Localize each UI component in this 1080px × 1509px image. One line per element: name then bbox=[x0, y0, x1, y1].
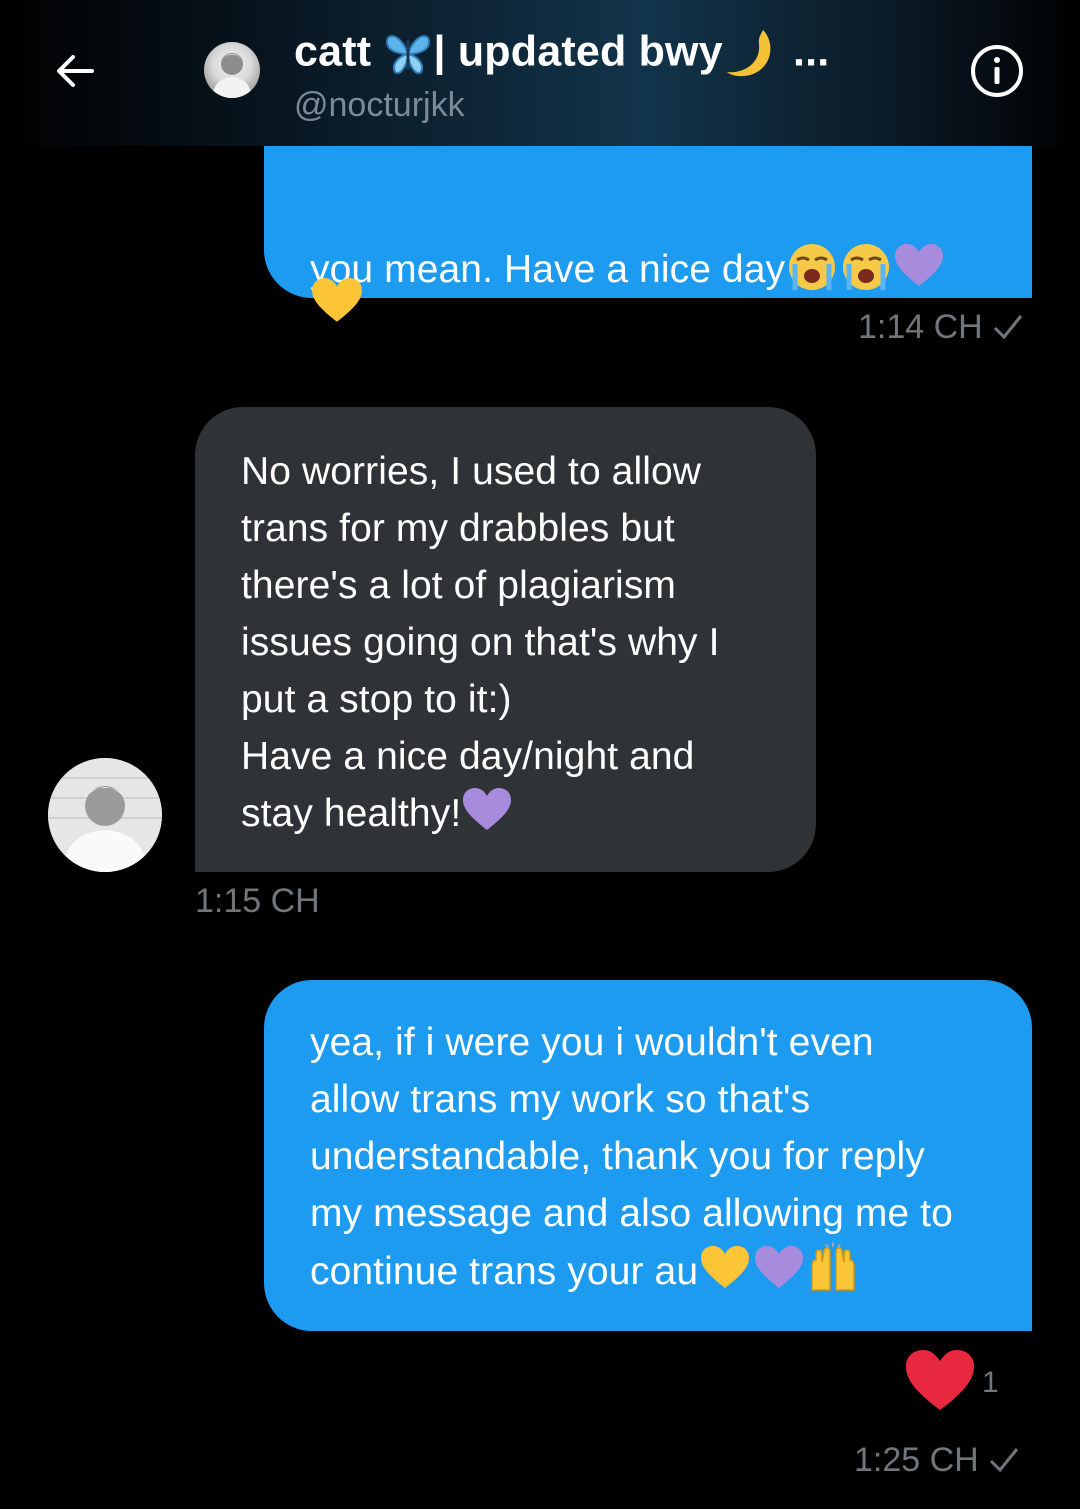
profile-photo-icon bbox=[48, 758, 162, 872]
message-bubble-received[interactable]: No worries, I used to allow trans for my… bbox=[195, 407, 816, 872]
crescent-moon-icon bbox=[726, 30, 771, 77]
back-arrow-icon[interactable] bbox=[52, 48, 98, 94]
message-text-line: yea, if i were you i wouldn't even bbox=[310, 1021, 874, 1064]
message-timestamp: 1:15 CH bbox=[195, 882, 320, 920]
message-timestamp: 1:14 CH bbox=[858, 308, 1024, 347]
profile-photo-icon bbox=[212, 53, 252, 98]
sent-check-icon bbox=[990, 1448, 1019, 1473]
message-text-line: put a stop to it:) bbox=[241, 678, 512, 721]
loudly-crying-face-icon bbox=[843, 244, 890, 290]
sender-avatar[interactable] bbox=[48, 758, 162, 872]
message-text-line: allow trans my work so that's bbox=[310, 1078, 811, 1121]
purple-heart-icon bbox=[463, 788, 512, 830]
message-text-line: continue trans your au bbox=[310, 1242, 1032, 1300]
message-text-line: No worries, I used to allow bbox=[241, 450, 702, 493]
yellow-heart-icon bbox=[312, 278, 362, 322]
message-bubble-sent[interactable]: yea, if i were you i wouldn't even allow… bbox=[264, 980, 1032, 1331]
message-text-line: understandable, thank you for reply bbox=[310, 1135, 925, 1178]
conversation-header: catt | updated bwy ... @nocturjkk bbox=[0, 0, 1080, 146]
conversation-title: catt | updated bwy ... bbox=[294, 26, 829, 82]
red-heart-reaction-icon[interactable] bbox=[904, 1348, 976, 1412]
purple-heart-icon bbox=[895, 244, 944, 286]
conversation-handle: @nocturjkk bbox=[294, 86, 465, 124]
message-text-line: there's a lot of plagiarism bbox=[241, 564, 677, 607]
purple-heart-icon bbox=[755, 1246, 804, 1288]
message-timestamp: 1:25 CH bbox=[854, 1441, 1020, 1480]
message-text-line: issues going on that's why I bbox=[241, 621, 720, 664]
message-text-line: stay healthy! bbox=[241, 785, 816, 842]
message-text-line: trans for my drabbles but bbox=[241, 507, 675, 550]
message-text: you mean. Have a nice day bbox=[310, 241, 945, 298]
yellow-heart-icon bbox=[701, 1246, 750, 1288]
sent-check-icon bbox=[994, 315, 1023, 340]
reaction-count: 1 bbox=[982, 1366, 999, 1399]
header-avatar[interactable] bbox=[204, 42, 260, 98]
loudly-crying-face-icon bbox=[789, 244, 836, 290]
message-text-line: Have a nice day/night and bbox=[241, 735, 695, 778]
raising-hands-icon bbox=[811, 1242, 855, 1291]
message-text-line: my message and also allowing me to bbox=[310, 1192, 953, 1235]
info-icon[interactable] bbox=[970, 44, 1024, 98]
butterfly-icon bbox=[386, 35, 431, 74]
